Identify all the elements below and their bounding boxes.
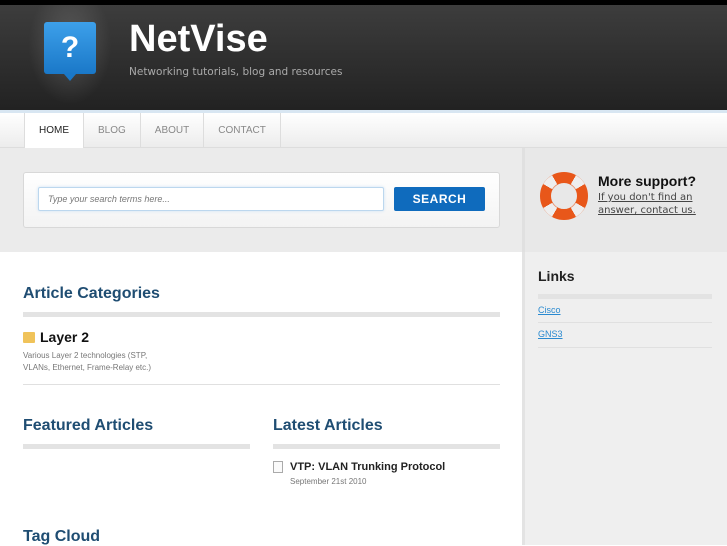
links-heading: Links bbox=[538, 268, 575, 284]
divider bbox=[538, 294, 712, 299]
featured-articles-heading: Featured Articles bbox=[23, 417, 154, 434]
search-button[interactable]: SEARCH bbox=[394, 187, 485, 211]
support-contact-link[interactable]: If you don't find an answer, contact us. bbox=[598, 191, 708, 217]
article-categories-heading: Article Categories bbox=[23, 285, 160, 302]
nav-home[interactable]: HOME bbox=[24, 113, 83, 148]
support-title: More support? bbox=[598, 173, 696, 189]
search-input[interactable]: Type your search terms here... bbox=[38, 187, 384, 211]
tag-cloud-heading: Tag Cloud bbox=[23, 528, 101, 545]
article-date: September 21st 2010 bbox=[290, 477, 367, 486]
category-layer-2[interactable]: Layer 2 bbox=[40, 329, 89, 345]
main-nav: HOME BLOG ABOUT CONTACT bbox=[0, 110, 727, 148]
link-gns3[interactable]: GNS3 bbox=[538, 329, 563, 339]
divider bbox=[23, 312, 500, 317]
latest-articles-heading: Latest Articles bbox=[273, 417, 383, 434]
article-link[interactable]: VTP: VLAN Trunking Protocol bbox=[290, 461, 445, 473]
divider bbox=[538, 322, 712, 323]
header bbox=[0, 5, 727, 110]
divider bbox=[23, 384, 500, 385]
site-tagline: Networking tutorials, blog and resources bbox=[129, 66, 343, 78]
nav-contact[interactable]: CONTACT bbox=[203, 113, 281, 148]
nav-blog[interactable]: BLOG bbox=[83, 113, 140, 148]
folder-icon bbox=[23, 332, 35, 343]
site-title[interactable]: NetVise bbox=[129, 18, 268, 61]
document-icon bbox=[273, 461, 283, 473]
link-cisco[interactable]: Cisco bbox=[538, 305, 561, 315]
divider bbox=[538, 347, 712, 348]
divider bbox=[23, 444, 250, 449]
logo-question-icon[interactable]: ? bbox=[44, 22, 96, 81]
divider bbox=[273, 444, 500, 449]
category-description: Various Layer 2 technologies (STP, VLANs… bbox=[23, 351, 152, 372]
lifebuoy-icon bbox=[540, 172, 588, 220]
nav-about[interactable]: ABOUT bbox=[139, 113, 203, 148]
